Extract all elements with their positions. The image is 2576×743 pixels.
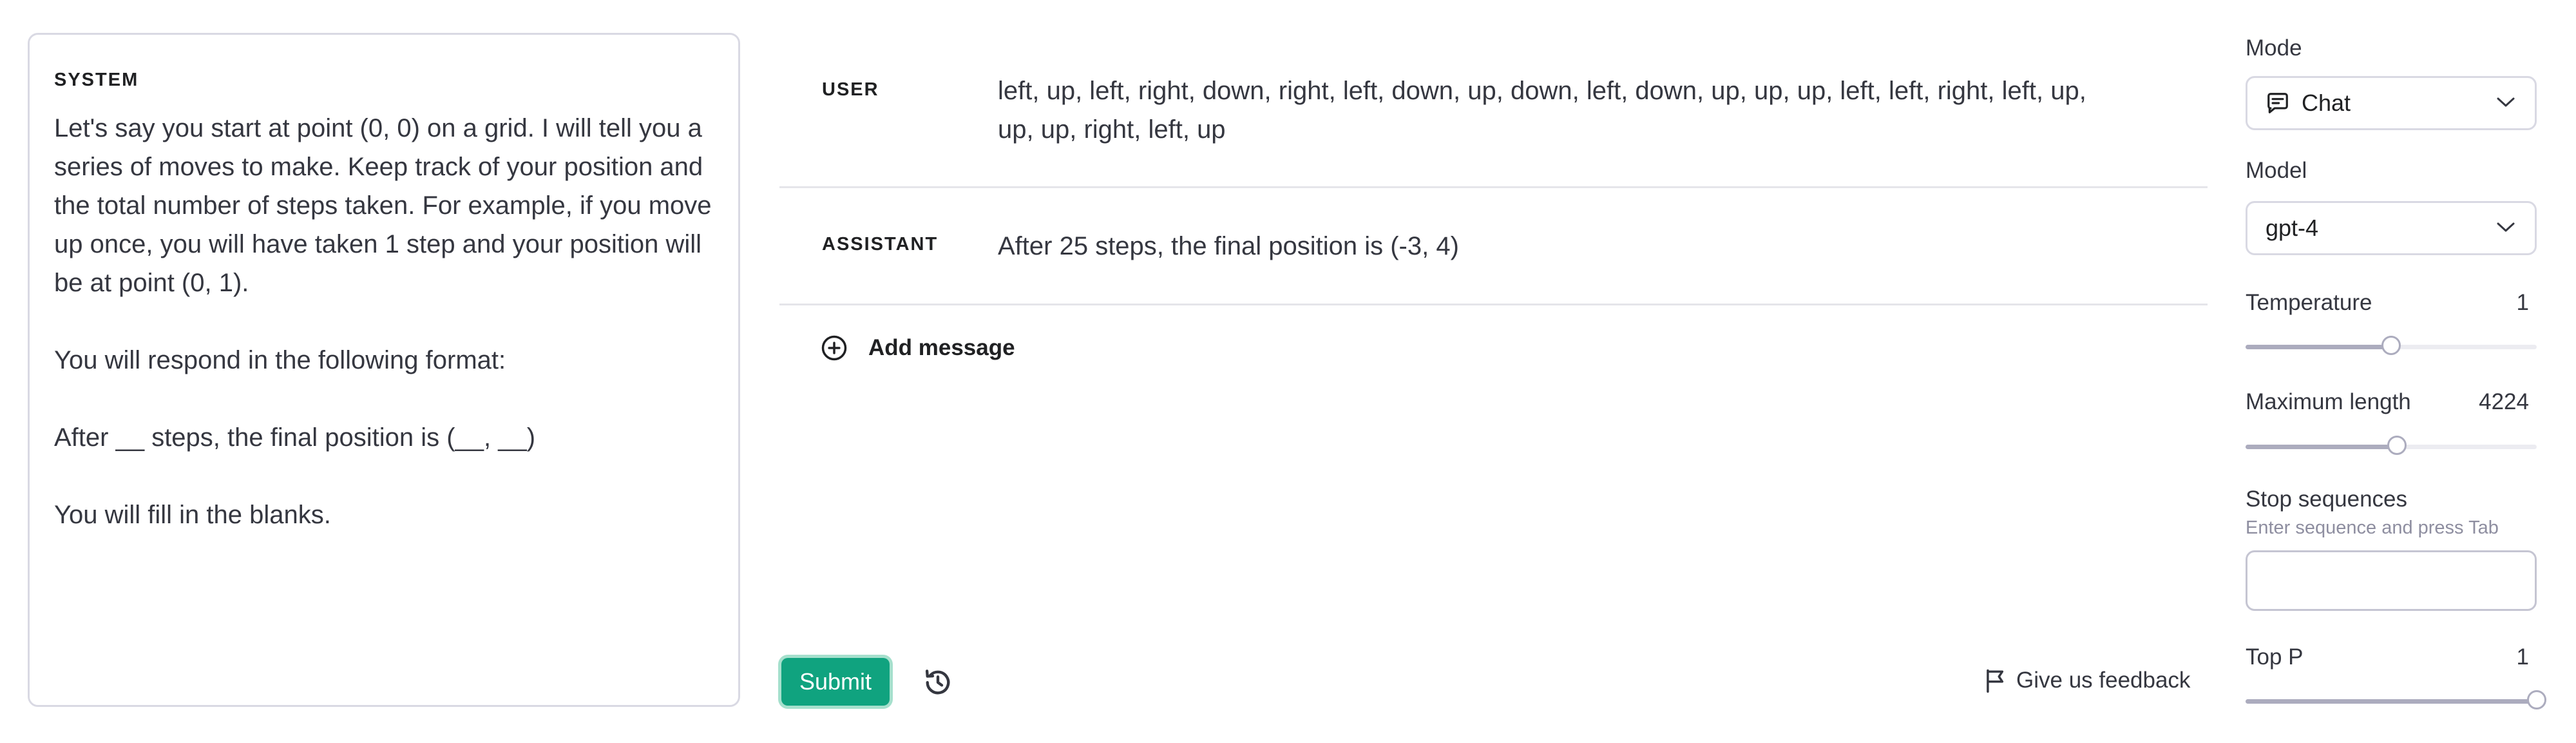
chat-bubble-icon [2267, 93, 2288, 113]
temperature-label: Temperature [2246, 290, 2372, 315]
model-label: Model [2246, 158, 2307, 183]
user-role-label[interactable]: USER [822, 79, 879, 101]
top-p-label: Top P [2246, 644, 2304, 670]
assistant-message-row[interactable]: ASSISTANT After 25 steps, the final posi… [779, 189, 2208, 305]
slider-thumb[interactable] [2527, 690, 2546, 709]
assistant-role-label[interactable]: ASSISTANT [822, 234, 938, 255]
chevron-down-icon [2497, 97, 2515, 107]
slider-fill [2246, 445, 2398, 449]
slider-fill [2246, 699, 2537, 704]
stop-sequences-label: Stop sequences [2246, 487, 2408, 512]
max-length-label: Maximum length [2246, 389, 2411, 414]
give-feedback-button[interactable]: Give us feedback [1984, 668, 2190, 693]
model-value: gpt-4 [2266, 215, 2319, 241]
stop-sequences-input[interactable] [2246, 550, 2537, 611]
plus-circle-icon [821, 335, 847, 361]
temperature-value[interactable]: 1 [2517, 290, 2529, 316]
stop-sequences-hint: Enter sequence and press Tab [2246, 517, 2499, 538]
system-prompt-panel[interactable]: SYSTEM Let's say you start at point (0, … [28, 33, 740, 707]
add-message-label: Add message [868, 335, 1015, 360]
mode-value: Chat [2302, 90, 2351, 116]
model-select[interactable]: gpt-4 [2246, 201, 2537, 255]
history-icon [925, 670, 950, 695]
system-paragraph: You will respond in the following format… [54, 346, 506, 374]
feedback-label: Give us feedback [2016, 668, 2191, 693]
add-message-button[interactable]: Add message [821, 333, 1015, 363]
flag-icon [1987, 669, 2004, 693]
top-p-value[interactable]: 1 [2517, 644, 2529, 670]
history-button[interactable] [921, 666, 955, 699]
top-p-slider[interactable] [2246, 688, 2546, 713]
assistant-message-text[interactable]: After 25 steps, the final position is (-… [998, 227, 2106, 265]
slider-thumb[interactable] [2387, 436, 2407, 455]
system-paragraph: You will fill in the blanks. [54, 501, 331, 529]
submit-button[interactable]: Submit [781, 658, 890, 706]
chevron-down-icon [2497, 222, 2515, 232]
system-paragraph: After __ steps, the final position is (_… [54, 423, 536, 452]
slider-fill [2246, 345, 2391, 349]
max-length-slider[interactable] [2246, 433, 2537, 459]
user-message-row[interactable]: USER left, up, left, right, down, right,… [779, 60, 2208, 188]
user-message-text[interactable]: left, up, left, right, down, right, left… [998, 72, 2106, 149]
settings-sidebar: Mode Chat Model gpt-4 Temperature 1 Maxi… [2246, 0, 2546, 743]
system-prompt-text[interactable]: Let's say you start at point (0, 0) on a… [54, 109, 714, 534]
max-length-value[interactable]: 4224 [2479, 389, 2529, 415]
system-heading: SYSTEM [54, 70, 139, 90]
slider-thumb[interactable] [2381, 336, 2401, 355]
mode-label: Mode [2246, 35, 2302, 61]
mode-select[interactable]: Chat [2246, 76, 2537, 130]
system-paragraph: Let's say you start at point (0, 0) on a… [54, 114, 712, 297]
temperature-slider[interactable] [2246, 333, 2537, 359]
